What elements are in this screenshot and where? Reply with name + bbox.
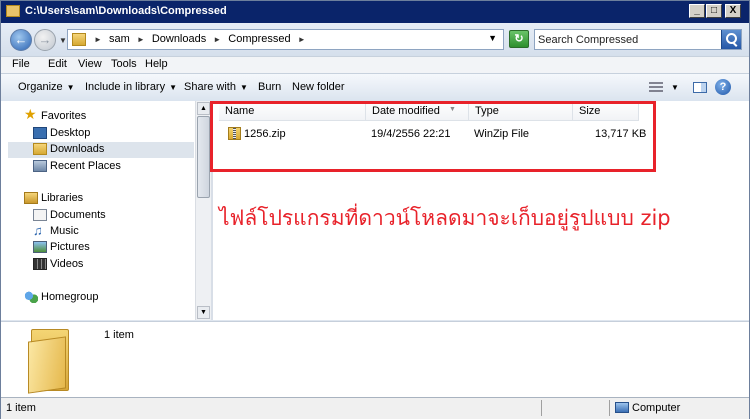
address-bar[interactable]: ► sam ► Downloads ► Compressed ► ▼ xyxy=(67,29,504,50)
details-item-count: 1 item xyxy=(104,329,134,341)
scroll-thumb[interactable] xyxy=(197,116,210,198)
forward-button[interactable]: → xyxy=(34,29,56,51)
music-icon: ♫ xyxy=(33,223,43,238)
nav-favorites[interactable]: ★ Favorites xyxy=(24,106,184,125)
menu-view[interactable]: View xyxy=(78,58,102,70)
breadcrumb-item[interactable]: Downloads xyxy=(152,33,206,45)
nav-libraries-label: Libraries xyxy=(41,192,84,204)
chevron-down-icon: ▼ xyxy=(169,83,178,92)
maximize-button[interactable]: □ xyxy=(706,4,722,18)
share-with-button[interactable]: Share with ▼ xyxy=(184,81,248,93)
nav-favorites-label: Favorites xyxy=(41,110,87,122)
highlight-box xyxy=(210,101,656,172)
search-box[interactable] xyxy=(534,29,742,50)
nav-item-label: Videos xyxy=(50,258,84,270)
recent-places-icon xyxy=(33,160,47,172)
navigation-pane: ★ Favorites Desktop Downloads Recent Pla… xyxy=(1,101,195,320)
command-bar: Organize ▼ Include in library ▼ Share with… xyxy=(1,73,749,102)
breadcrumb-arrow-icon[interactable]: ► xyxy=(137,35,145,44)
breadcrumb-overflow-icon[interactable]: ► xyxy=(94,35,102,44)
minimize-button[interactable]: _ xyxy=(689,4,705,18)
breadcrumb-item[interactable]: sam xyxy=(109,33,130,45)
nav-homegroup[interactable]: Homegroup xyxy=(24,290,184,306)
nav-item-label: Documents xyxy=(50,209,106,221)
back-button[interactable]: ← xyxy=(10,29,32,51)
organize-label: Organize xyxy=(18,81,63,93)
pictures-icon xyxy=(33,241,47,253)
chevron-down-icon: ▼ xyxy=(239,83,248,92)
breadcrumb-arrow-icon[interactable]: ► xyxy=(213,35,221,44)
menu-bar: File Edit View Tools Help xyxy=(1,56,749,73)
explorer-window: C:\Users\sam\Downloads\Compressed _ □ X … xyxy=(0,0,750,419)
details-pane: 1 item xyxy=(1,321,749,398)
title-bar[interactable]: C:\Users\sam\Downloads\Compressed _ □ X xyxy=(1,1,749,23)
breadcrumb-arrow-icon[interactable]: ► xyxy=(298,35,306,44)
nav-item-label: Music xyxy=(50,225,79,237)
computer-icon xyxy=(615,402,629,413)
menu-edit[interactable]: Edit xyxy=(48,58,67,70)
share-with-label: Share with xyxy=(184,81,236,93)
menu-tools[interactable]: Tools xyxy=(111,58,137,70)
burn-button[interactable]: Burn xyxy=(258,81,281,93)
nav-item-label: Downloads xyxy=(50,143,105,155)
nav-item-music[interactable]: ♫ Music xyxy=(33,224,183,240)
nav-item-label: Desktop xyxy=(50,127,91,139)
breadcrumb: ► sam ► Downloads ► Compressed ► xyxy=(94,33,310,45)
chevron-down-icon[interactable]: ▼ xyxy=(671,83,679,92)
nav-item-pictures[interactable]: Pictures xyxy=(33,240,183,256)
nav-item-downloads[interactable]: Downloads xyxy=(8,142,194,158)
nav-libraries[interactable]: Libraries xyxy=(24,191,184,207)
help-icon[interactable]: ? xyxy=(715,79,731,95)
status-item-count: 1 item xyxy=(6,402,36,414)
preview-pane-icon[interactable] xyxy=(693,82,707,93)
documents-icon xyxy=(33,209,47,221)
status-location: Computer xyxy=(632,402,681,414)
nav-item-desktop[interactable]: Desktop xyxy=(33,126,183,142)
scroll-up-icon[interactable]: ▲ xyxy=(197,102,210,115)
search-input[interactable] xyxy=(538,32,718,47)
nav-item-videos[interactable]: Videos xyxy=(33,257,183,273)
scroll-down-icon[interactable]: ▼ xyxy=(197,306,210,319)
menu-help[interactable]: Help xyxy=(145,58,168,70)
status-divider xyxy=(609,400,610,416)
libraries-icon xyxy=(24,192,38,204)
desktop-icon xyxy=(33,127,47,139)
recent-pages-dropdown-icon[interactable]: ▼ xyxy=(59,36,67,45)
folder-icon xyxy=(28,329,70,394)
annotation-text: ไฟล์โปรแกรมที่ดาวน์โหลดมาจะเก็บอยู่รูปแบ… xyxy=(219,206,671,230)
status-bar: 1 item Computer xyxy=(1,397,749,419)
downloads-folder-icon xyxy=(33,143,47,155)
nav-item-documents[interactable]: Documents xyxy=(33,208,183,224)
nav-item-label: Pictures xyxy=(50,241,90,253)
homegroup-icon xyxy=(24,291,38,303)
menu-file[interactable]: File xyxy=(12,58,30,70)
window-title: C:\Users\sam\Downloads\Compressed xyxy=(25,5,227,17)
folder-icon xyxy=(72,33,86,46)
status-divider xyxy=(541,400,542,416)
chevron-down-icon: ▼ xyxy=(66,83,75,92)
folder-icon xyxy=(6,5,20,17)
nav-scrollbar[interactable]: ▲ ▼ xyxy=(195,101,211,320)
breadcrumb-item[interactable]: Compressed xyxy=(228,33,290,45)
videos-icon xyxy=(33,258,47,270)
include-in-library-button[interactable]: Include in library ▼ xyxy=(85,81,177,93)
address-dropdown-icon[interactable]: ▼ xyxy=(488,33,497,43)
refresh-button[interactable]: ↻ xyxy=(509,30,529,48)
new-folder-button[interactable]: New folder xyxy=(292,81,345,93)
change-view-icon[interactable] xyxy=(649,82,663,93)
nav-item-label: Recent Places xyxy=(50,160,121,172)
nav-item-recent-places[interactable]: Recent Places xyxy=(33,159,183,175)
close-button[interactable]: X xyxy=(725,4,741,18)
address-row: ← → ▼ ► sam ► Downloads ► Compressed ► ▼… xyxy=(1,23,749,56)
search-icon[interactable] xyxy=(721,30,741,49)
organize-button[interactable]: Organize ▼ xyxy=(18,81,75,93)
include-in-library-label: Include in library xyxy=(85,81,166,93)
nav-homegroup-label: Homegroup xyxy=(41,291,99,303)
star-icon: ★ xyxy=(24,106,37,122)
